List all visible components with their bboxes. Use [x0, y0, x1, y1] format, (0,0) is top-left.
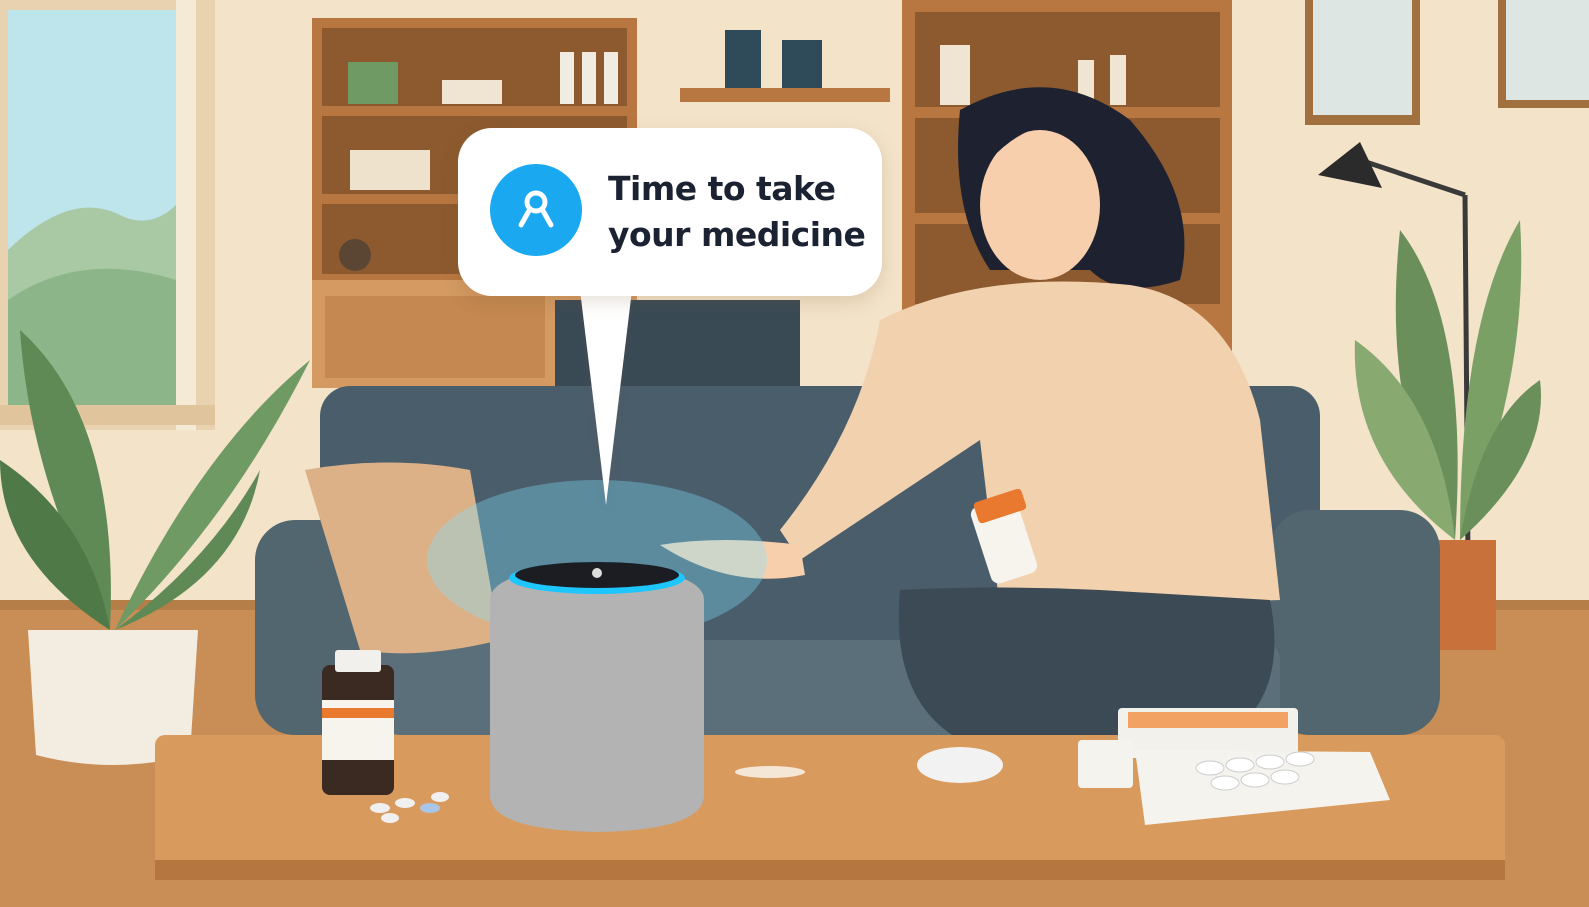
living-room-scene: Time to take your medicine: [0, 0, 1589, 907]
speech-bubble-tail: [580, 290, 632, 505]
ribbon-icon: [490, 164, 582, 256]
reminder-text: Time to take your medicine: [608, 166, 868, 258]
reminder-line-2: your medicine: [608, 215, 866, 254]
reminder-line-1: Time to take: [608, 169, 836, 208]
pill-bottle: [322, 650, 394, 795]
speech-bubble: Time to take your medicine: [458, 128, 882, 296]
